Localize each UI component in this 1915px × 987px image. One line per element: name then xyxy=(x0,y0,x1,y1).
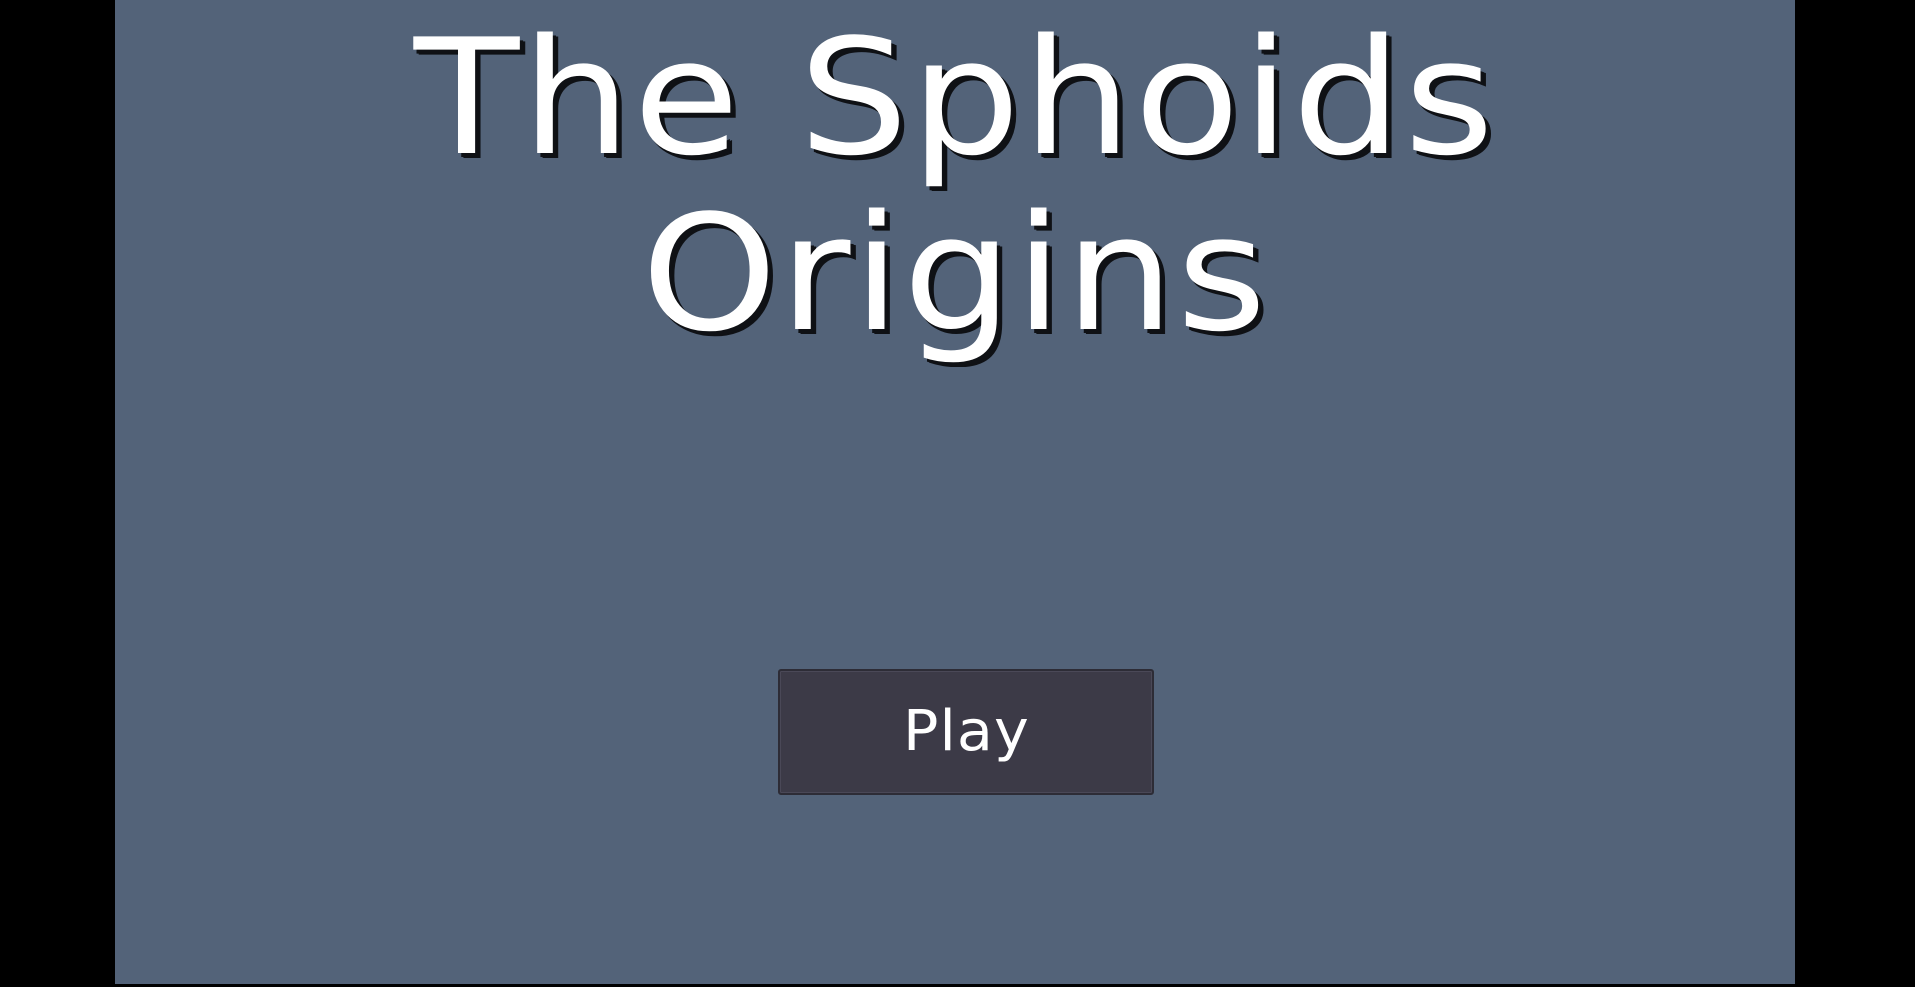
play-button-label: Play xyxy=(902,699,1030,764)
game-title-line-2: Origins xyxy=(641,180,1269,367)
play-button[interactable]: Play xyxy=(778,669,1154,795)
main-menu: The Sphoids Origins Play xyxy=(115,0,1795,984)
game-title-line-1: The Sphoids xyxy=(413,4,1497,191)
letterbox-left xyxy=(0,0,115,987)
letterbox-right xyxy=(1795,0,1915,987)
game-screen: The Sphoids Origins Play xyxy=(0,0,1915,987)
